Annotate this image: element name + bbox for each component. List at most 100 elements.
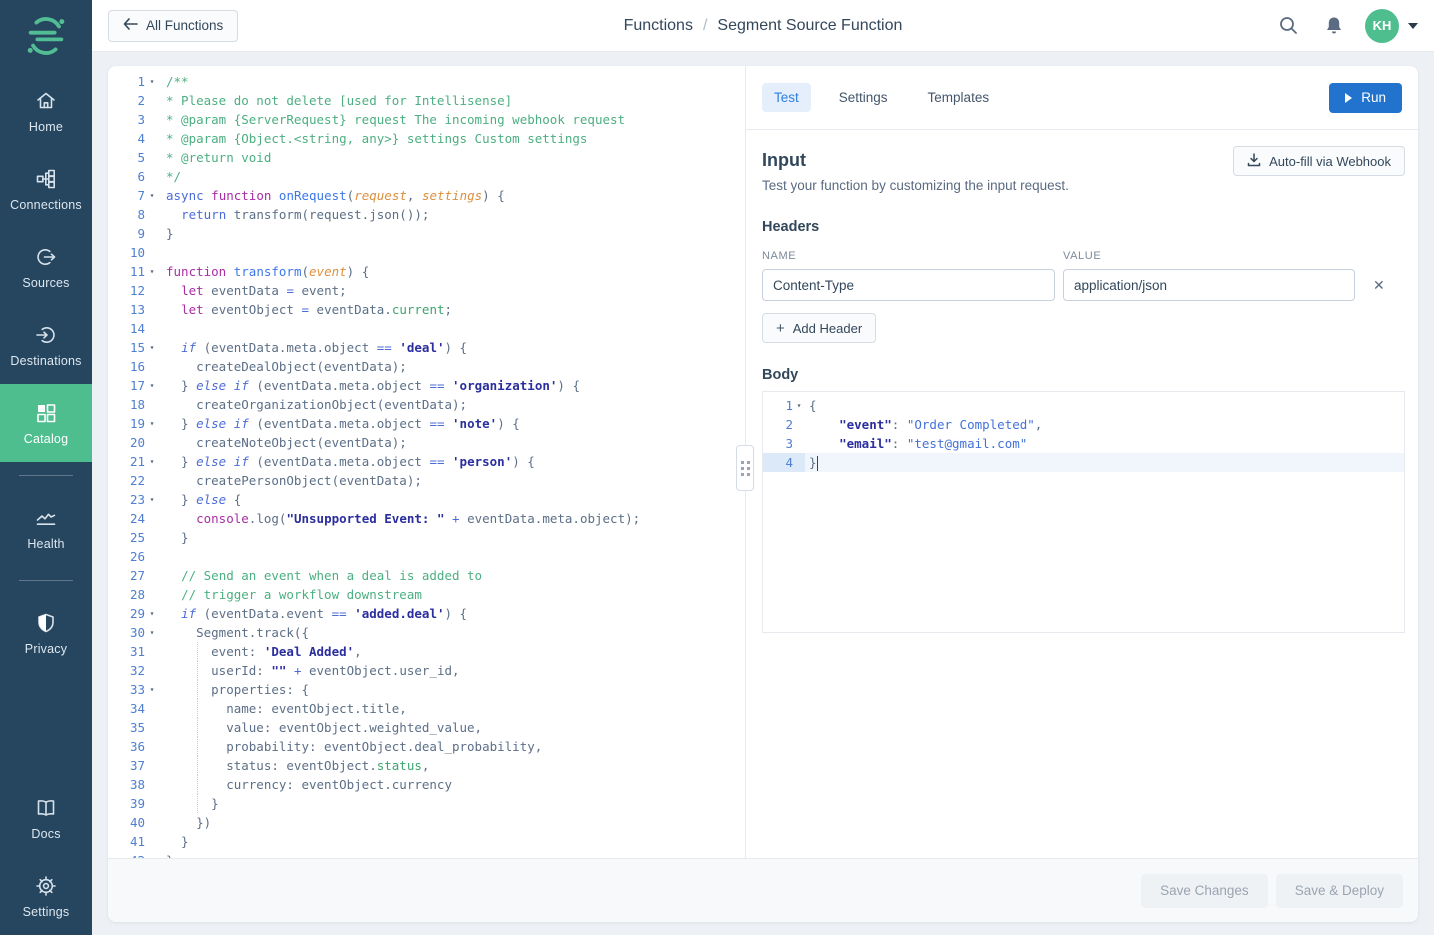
remove-header-close-icon[interactable]: ✕ xyxy=(1373,278,1385,292)
sidebar-item-destinations[interactable]: Destinations xyxy=(0,306,92,384)
fold-caret-icon[interactable]: ▾ xyxy=(145,72,159,91)
code-line[interactable]: 15▾ if (eventData.meta.object == 'deal')… xyxy=(108,338,745,357)
code-line[interactable]: 2 "event": "Order Completed", xyxy=(763,415,1404,434)
line-content: } xyxy=(166,528,189,547)
add-header-button[interactable]: + Add Header xyxy=(762,313,876,343)
sidebar-item-label: Privacy xyxy=(25,642,67,656)
line-number: 6 xyxy=(108,167,145,186)
code-line[interactable]: 9} xyxy=(108,224,745,243)
code-line[interactable]: 36 probability: eventObject.deal_probabi… xyxy=(108,737,745,756)
resize-handle[interactable] xyxy=(736,445,754,491)
code-line[interactable]: 3 "email": "test@gmail.com" xyxy=(763,434,1404,453)
code-line[interactable]: 24 console.log("Unsupported Event: " + e… xyxy=(108,509,745,528)
code-line[interactable]: 19▾ } else if (eventData.meta.object == … xyxy=(108,414,745,433)
code-line[interactable]: 33▾ properties: { xyxy=(108,680,745,699)
code-line[interactable]: 20 createNoteObject(eventData); xyxy=(108,433,745,452)
fold-caret-icon[interactable]: ▾ xyxy=(145,376,159,395)
code-line[interactable]: 5* @return void xyxy=(108,148,745,167)
code-line[interactable]: 31 event: 'Deal Added', xyxy=(108,642,745,661)
code-line[interactable]: 12 let eventData = event; xyxy=(108,281,745,300)
fold-slot xyxy=(145,395,159,414)
chevron-down-icon[interactable] xyxy=(1408,23,1418,29)
code-line[interactable]: 2* Please do not delete [used for Intell… xyxy=(108,91,745,110)
fold-caret-icon[interactable]: ▾ xyxy=(145,623,159,642)
code-line[interactable]: 34 name: eventObject.title, xyxy=(108,699,745,718)
code-editor[interactable]: 1▾ /**2* Please do not delete [used for I… xyxy=(108,66,745,858)
code-line[interactable]: 32 userId: "" + eventObject.user_id, xyxy=(108,661,745,680)
code-line[interactable]: 28 // trigger a workflow downstream xyxy=(108,585,745,604)
line-gutter: 1▾ xyxy=(108,72,159,91)
line-number: 24 xyxy=(108,509,145,528)
tab-templates[interactable]: Templates xyxy=(916,83,1002,112)
fold-caret-icon[interactable]: ▾ xyxy=(793,396,805,415)
sidebar-item-settings[interactable]: Settings xyxy=(0,857,92,935)
fold-caret-icon[interactable]: ▾ xyxy=(145,452,159,471)
code-line[interactable]: 25 } xyxy=(108,528,745,547)
search-icon[interactable] xyxy=(1271,9,1305,43)
sidebar-item-health[interactable]: Health xyxy=(0,489,92,567)
code-line[interactable]: 27 // Send an event when a deal is added… xyxy=(108,566,745,585)
line-gutter: 26 xyxy=(108,547,159,566)
code-line[interactable]: 17▾ } else if (eventData.meta.object == … xyxy=(108,376,745,395)
tab-settings[interactable]: Settings xyxy=(827,83,900,112)
line-gutter: 7▾ xyxy=(108,186,159,205)
fold-caret-icon[interactable]: ▾ xyxy=(145,490,159,509)
header-value-input[interactable] xyxy=(1063,269,1355,301)
fold-caret-icon[interactable]: ▾ xyxy=(145,338,159,357)
code-line[interactable]: 41 } xyxy=(108,832,745,851)
fold-caret-icon[interactable]: ▾ xyxy=(145,186,159,205)
save-deploy-button[interactable]: Save & Deploy xyxy=(1276,874,1403,908)
code-line[interactable]: 11▾function transform(event) { xyxy=(108,262,745,281)
fold-caret-icon[interactable]: ▾ xyxy=(145,262,159,281)
notifications-bell-icon[interactable] xyxy=(1317,9,1351,43)
code-line[interactable]: 38 currency: eventObject.currency xyxy=(108,775,745,794)
fold-caret-icon[interactable]: ▾ xyxy=(145,604,159,623)
line-content: /** xyxy=(166,72,189,91)
code-line[interactable]: 1▾ /** xyxy=(108,72,745,91)
code-line[interactable]: 29▾ if (eventData.event == 'added.deal')… xyxy=(108,604,745,623)
code-line[interactable]: 3* @param {ServerRequest} request The in… xyxy=(108,110,745,129)
code-line[interactable]: 6*/ xyxy=(108,167,745,186)
code-line[interactable]: 30▾ Segment.track({ xyxy=(108,623,745,642)
fold-caret-icon[interactable]: ▾ xyxy=(145,680,159,699)
fold-caret-icon[interactable]: ▾ xyxy=(145,414,159,433)
code-line[interactable]: 35 value: eventObject.weighted_value, xyxy=(108,718,745,737)
segment-logo[interactable] xyxy=(0,0,92,72)
run-button[interactable]: Run xyxy=(1329,83,1402,113)
avatar[interactable]: KH xyxy=(1365,9,1399,43)
code-line[interactable]: 22 createPersonObject(eventData); xyxy=(108,471,745,490)
sidebar-item-home[interactable]: Home xyxy=(0,72,92,150)
breadcrumb-parent[interactable]: Functions xyxy=(624,17,693,35)
sidebar-item-privacy[interactable]: Privacy xyxy=(0,594,92,672)
code-line[interactable]: 16 createDealObject(eventData); xyxy=(108,357,745,376)
line-number: 1 xyxy=(763,396,793,415)
code-line[interactable]: 7▾async function onRequest(request, sett… xyxy=(108,186,745,205)
tab-test[interactable]: Test xyxy=(762,83,811,112)
code-line[interactable]: 4} xyxy=(763,453,1404,472)
save-changes-button[interactable]: Save Changes xyxy=(1141,874,1268,908)
sidebar-item-docs[interactable]: Docs xyxy=(0,779,92,857)
autofill-webhook-button[interactable]: Auto-fill via Webhook xyxy=(1233,146,1405,176)
body-json-editor[interactable]: 1▾{2 "event": "Order Completed",3 "email… xyxy=(762,391,1405,633)
code-line[interactable]: 14 xyxy=(108,319,745,338)
code-line[interactable]: 18 createOrganizationObject(eventData); xyxy=(108,395,745,414)
sidebar-item-sources[interactable]: Sources xyxy=(0,228,92,306)
code-line[interactable]: 37 status: eventObject.status, xyxy=(108,756,745,775)
sidebar-item-catalog[interactable]: Catalog xyxy=(0,384,92,462)
all-functions-button[interactable]: All Functions xyxy=(108,10,238,42)
code-line[interactable]: 40 }) xyxy=(108,813,745,832)
code-line[interactable]: 23▾ } else { xyxy=(108,490,745,509)
code-line[interactable]: 1▾{ xyxy=(763,396,1404,415)
code-line[interactable]: 10 xyxy=(108,243,745,262)
sidebar-item-connections[interactable]: Connections xyxy=(0,150,92,228)
fold-slot xyxy=(145,167,159,186)
code-line[interactable]: 42} xyxy=(108,851,745,858)
line-content: } xyxy=(166,224,174,243)
code-line[interactable]: 13 let eventObject = eventData.current; xyxy=(108,300,745,319)
code-line[interactable]: 26 xyxy=(108,547,745,566)
code-line[interactable]: 8 return transform(request.json()); xyxy=(108,205,745,224)
code-line[interactable]: 39 } xyxy=(108,794,745,813)
code-line[interactable]: 4* @param {Object.<string, any>} setting… xyxy=(108,129,745,148)
header-name-input[interactable] xyxy=(762,269,1055,301)
code-line[interactable]: 21▾ } else if (eventData.meta.object == … xyxy=(108,452,745,471)
